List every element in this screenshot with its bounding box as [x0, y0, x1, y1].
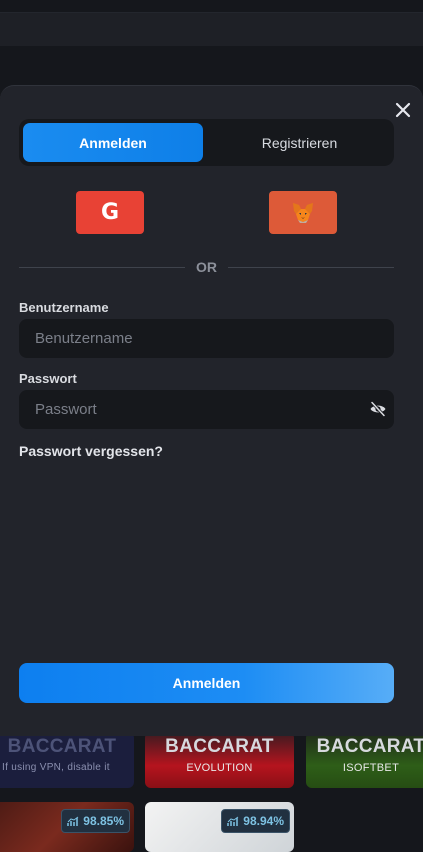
rtp-value: 98.85%	[83, 814, 124, 828]
metamask-login-button[interactable]	[269, 191, 337, 234]
game-tile-subtitle: If using VPN, disable it	[2, 762, 110, 773]
login-modal: Anmelden Registrieren G OR Benutzername …	[0, 85, 423, 736]
google-icon: G	[100, 200, 120, 225]
rtp-badge: 98.85%	[61, 809, 130, 833]
login-submit-button[interactable]: Anmelden	[19, 663, 394, 703]
game-tile-title: BACCARAT	[316, 736, 423, 757]
background-nav-strip	[0, 13, 423, 46]
game-tile-title: BACCARAT	[165, 736, 274, 757]
background-area	[0, 46, 423, 86]
game-tile-title: BACCARAT	[7, 736, 117, 757]
tab-login[interactable]: Anmelden	[23, 123, 203, 162]
or-divider: OR	[19, 259, 394, 275]
game-tile-subtitle: ISOFTBET	[342, 762, 400, 774]
tab-register[interactable]: Registrieren	[209, 123, 390, 162]
game-tile-baccarat-isoftbet[interactable]: BACCARAT ISOFTBET	[306, 732, 423, 788]
close-button[interactable]	[393, 100, 413, 120]
auth-tabs: Anmelden Registrieren	[19, 119, 394, 166]
game-tile-cards[interactable]: 98.94%	[145, 802, 294, 852]
username-label: Benutzername	[19, 300, 109, 315]
game-tiles: BACCARAT If using VPN, disable it BACCAR…	[0, 732, 423, 852]
chart-icon	[67, 816, 79, 826]
rtp-value: 98.94%	[243, 814, 284, 828]
close-icon	[395, 102, 411, 118]
password-label: Passwort	[19, 371, 77, 386]
divider-line	[228, 267, 394, 268]
chart-icon	[227, 816, 239, 826]
game-tile-subtitle: EVOLUTION	[186, 762, 253, 774]
game-tile-roulette[interactable]: 98.85%	[0, 802, 134, 852]
game-tile-baccarat-vpn[interactable]: BACCARAT If using VPN, disable it	[0, 732, 134, 788]
eye-off-icon	[370, 401, 386, 417]
username-input[interactable]	[19, 319, 394, 358]
background-header	[0, 0, 423, 13]
rtp-badge: 98.94%	[221, 809, 290, 833]
metamask-fox-icon	[293, 202, 313, 223]
forgot-password-link[interactable]: Passwort vergessen?	[19, 443, 163, 459]
password-input[interactable]	[19, 390, 394, 429]
google-login-button[interactable]: G	[76, 191, 144, 234]
toggle-password-visibility-button[interactable]	[369, 400, 387, 418]
game-tile-baccarat-evolution[interactable]: BACCARAT EVOLUTION	[145, 732, 294, 788]
